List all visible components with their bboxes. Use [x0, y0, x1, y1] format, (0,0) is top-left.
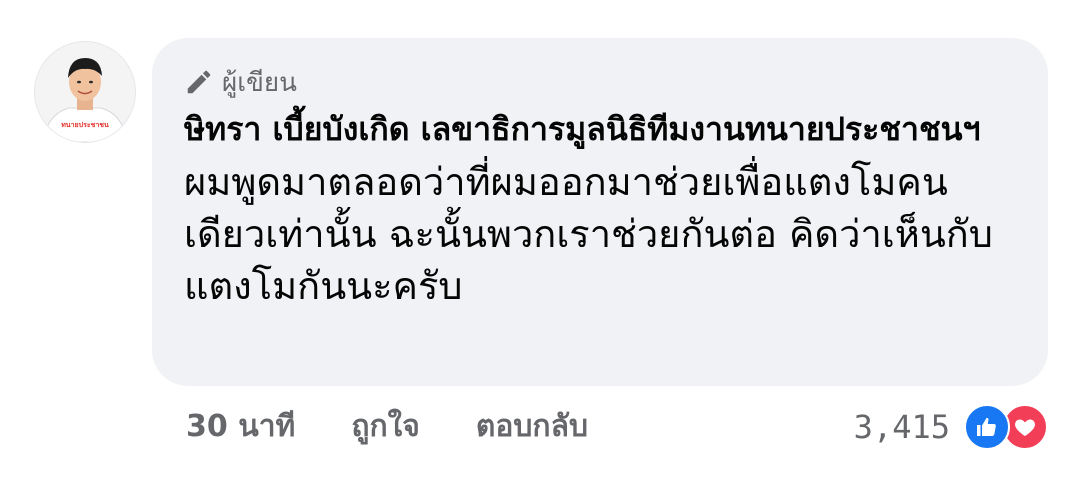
reply-button[interactable]: ตอบกลับ: [476, 403, 588, 450]
reaction-count: 3,415: [853, 408, 950, 446]
comment-bubble: ผู้เขียน ษิทรา เบี้ยบังเกิด เลขาธิการมูล…: [152, 38, 1048, 386]
like-button[interactable]: ถูกใจ: [351, 403, 420, 450]
comment-text: ผมพูดมาตลอดว่าที่ผมออกมาช่วยเพื่อแตงโมคน…: [184, 160, 993, 308]
comment-timestamp[interactable]: 30 นาที: [186, 403, 295, 450]
avatar-image: ทนายประชาชน: [35, 42, 135, 142]
comment-actions: 30 นาที ถูกใจ ตอบกลับ: [186, 403, 588, 450]
author-badge-label: ผู้เขียน: [222, 67, 297, 98]
reaction-icons: [964, 404, 1048, 450]
avatar[interactable]: ทนายประชาชน: [34, 41, 136, 143]
comment-author-name[interactable]: ษิทรา เบี้ยบังเกิด เลขาธิการมูลนิธิทีมงา…: [184, 106, 1016, 152]
like-icon: [964, 404, 1010, 450]
avatar-shirt-text: ทนายประชาชน: [61, 121, 109, 129]
reaction-summary[interactable]: 3,415: [854, 404, 1048, 450]
pencil-icon: [184, 67, 214, 97]
author-badge: ผู้เขียน: [184, 62, 1016, 102]
